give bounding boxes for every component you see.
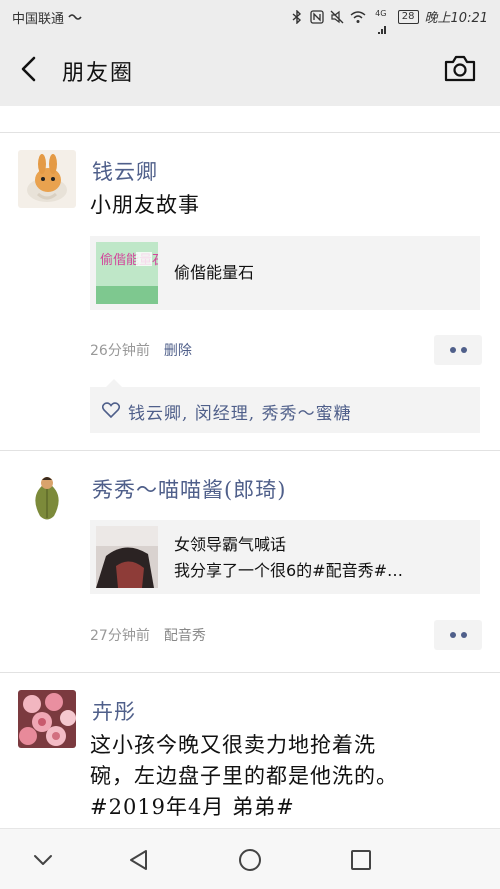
share-title: 女领导霸气喊话: [174, 535, 287, 554]
post-text-line: 碗，左边盘子里的都是他洗的。: [90, 764, 398, 788]
avatar[interactable]: [18, 468, 76, 526]
author-name[interactable]: 钱云卿: [92, 156, 158, 186]
divider: [0, 672, 500, 673]
back-button[interactable]: [14, 52, 44, 86]
delete-link[interactable]: 删除: [164, 343, 192, 359]
nav-header: 朋友圈: [0, 34, 500, 107]
likes-arrow: [106, 379, 122, 387]
share-thumbnail: [96, 526, 158, 588]
recents-square-icon[interactable]: [348, 847, 374, 873]
bluetooth-icon: [290, 8, 304, 25]
status-right: 4G 28 晚上10:21: [290, 7, 488, 38]
share-subtitle: 我分享了一个很6的#配音秀#…: [174, 561, 403, 580]
likes-names[interactable]: 钱云卿, 闵经理, 秀秀～蜜糖: [128, 399, 352, 424]
status-left: 中国联通: [12, 8, 82, 27]
divider: [0, 450, 500, 451]
post-meta: 27分钟前 配音秀: [90, 625, 206, 645]
avatar[interactable]: [18, 690, 76, 748]
shared-link-card[interactable]: 偷偕能量石 偷偕能量石: [90, 236, 480, 310]
dot-icon: [460, 347, 467, 353]
carrier-label: 中国联通: [12, 12, 65, 27]
mute-icon: [330, 10, 344, 24]
post-text: 小朋友故事: [90, 193, 200, 217]
dot-icon: [460, 632, 467, 638]
status-bar: 中国联通 4G 28 晚上10:21: [0, 0, 500, 38]
chevron-down-icon[interactable]: [30, 847, 56, 873]
post-meta: 26分钟前 删除: [90, 340, 192, 360]
moments-feed[interactable]: 钱云卿 小朋友故事 偷偕能量石 偷偕能量石 26分钟前删除 钱: [0, 106, 500, 828]
back-triangle-icon[interactable]: [126, 847, 152, 873]
link-icon: [68, 11, 82, 25]
dot-icon: [449, 632, 456, 638]
divider: [0, 132, 500, 133]
camera-icon: [444, 55, 476, 82]
more-actions-button[interactable]: [434, 620, 482, 650]
nfc-icon: [310, 9, 324, 24]
dot-icon: [449, 347, 456, 353]
home-circle-icon[interactable]: [237, 847, 263, 873]
avatar[interactable]: [18, 150, 76, 208]
likes-panel: 钱云卿, 闵经理, 秀秀～蜜糖: [90, 379, 480, 433]
wifi-icon: [350, 10, 366, 24]
heart-icon: [102, 402, 120, 419]
post-time: 27分钟前: [90, 628, 150, 644]
signal-icon: 4G: [370, 8, 392, 38]
page-title: 朋友圈: [62, 61, 135, 86]
share-title: 偷偕能量石: [174, 263, 255, 282]
battery-indicator: 28: [397, 9, 419, 24]
shared-link-card[interactable]: 女领导霸气喊话 我分享了一个很6的#配音秀#…: [90, 520, 480, 594]
post-time: 26分钟前: [90, 343, 150, 359]
camera-button[interactable]: [444, 54, 476, 82]
network-type: 4G: [375, 8, 387, 18]
system-nav-bar: [0, 828, 500, 889]
clock: 晚上10:21: [424, 11, 488, 26]
post-text-line: 这小孩今晚又很卖力地抢着洗: [90, 733, 376, 757]
author-name[interactable]: 卉彤: [92, 696, 136, 726]
author-name[interactable]: 秀秀～喵喵酱(郎琦): [92, 474, 286, 504]
source-link[interactable]: 配音秀: [164, 628, 206, 644]
post-text-line: #2019年4月 弟弟#: [90, 795, 295, 819]
share-thumbnail: 偷偕能量石: [96, 242, 158, 304]
more-actions-button[interactable]: [434, 335, 482, 365]
chevron-left-icon: [21, 56, 36, 82]
